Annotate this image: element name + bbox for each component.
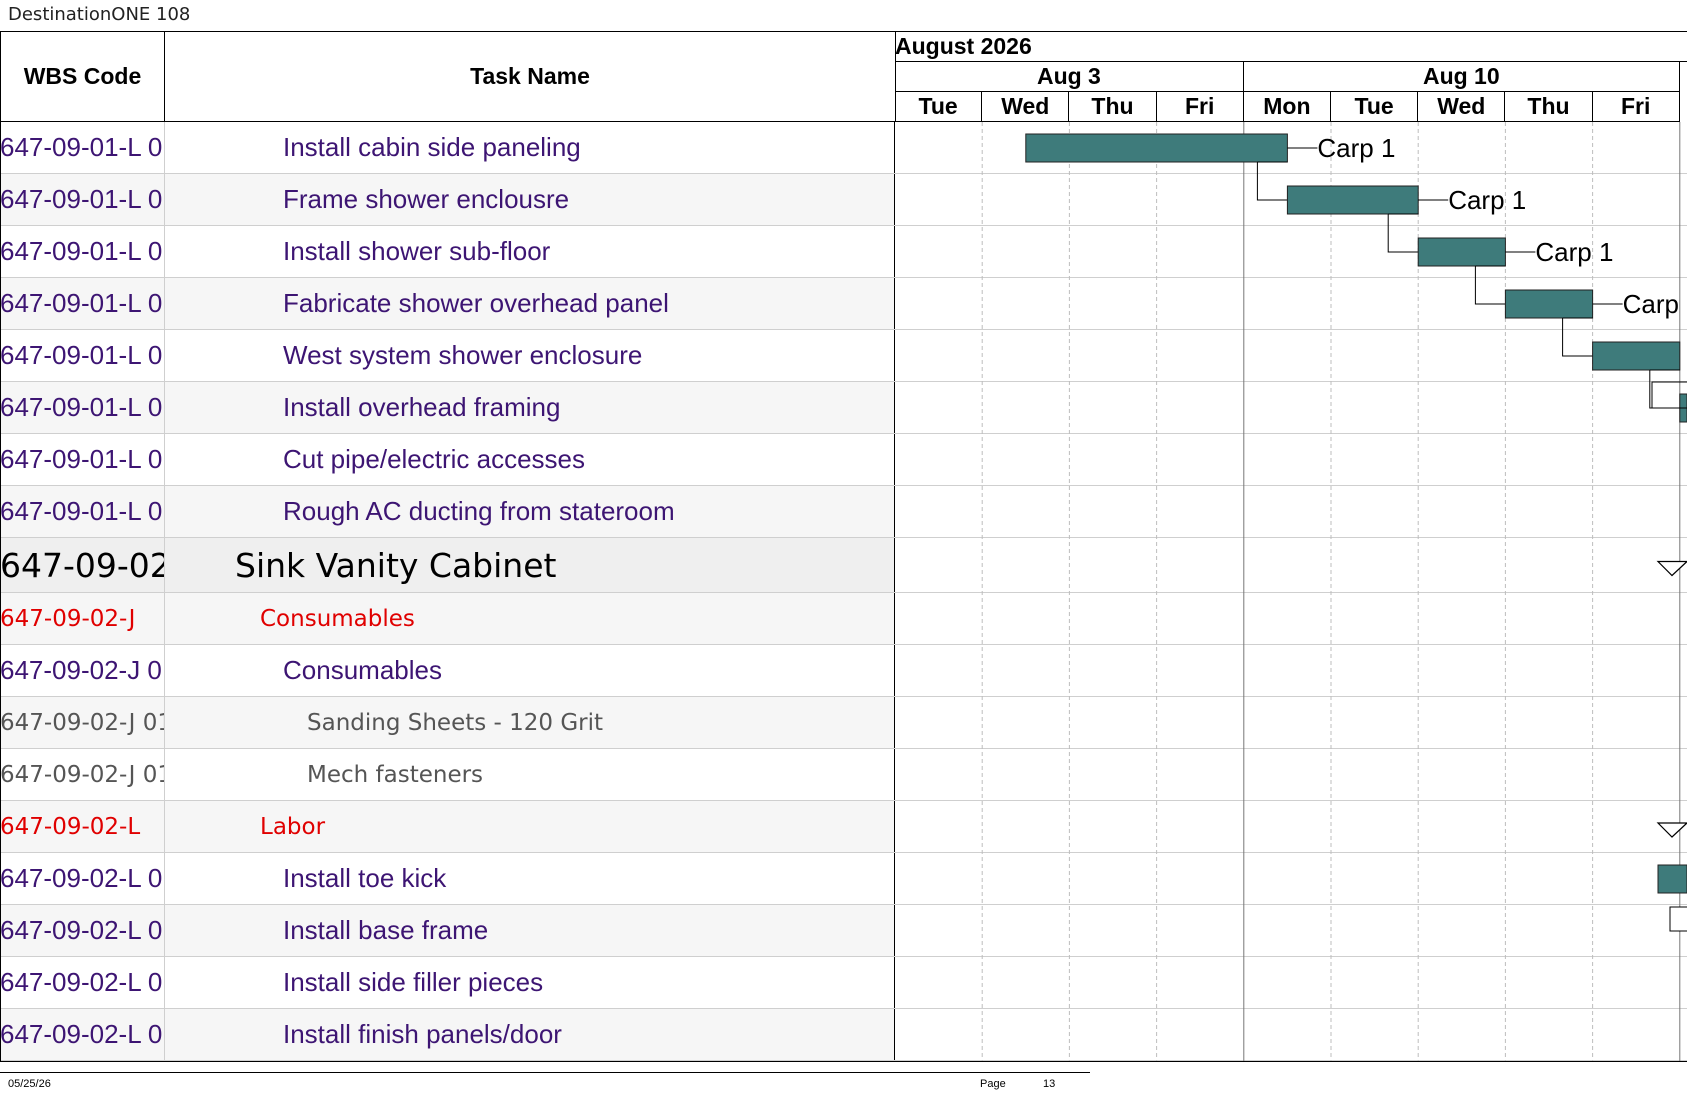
dependency-link: [1256, 161, 1288, 201]
footer-page-number: 13: [1043, 1078, 1056, 1090]
dependency-link: [1387, 213, 1419, 253]
task-bar: [1417, 237, 1506, 267]
frame-left-border: [0, 31, 1, 1062]
dependency-link: [1562, 317, 1593, 357]
link-stub: [1669, 906, 1687, 932]
resource-label: Carp 1: [1535, 237, 1613, 267]
summary-marker: [1656, 822, 1687, 838]
task-bar: [1025, 133, 1288, 163]
dependency-link: [1649, 369, 1680, 409]
resource-label: Carp 1: [1448, 185, 1526, 215]
footer-date: 05/25/26: [8, 1078, 51, 1090]
task-bar: [1657, 864, 1687, 894]
resource-label: Carp: [1623, 289, 1679, 319]
frame-bottom-border: [0, 1061, 1687, 1062]
gantt-chart: Carp 1 Carp 1 Carp 1 Carp: [981, 122, 1687, 1061]
dependency-link: [1474, 265, 1506, 305]
task-bar: [1286, 185, 1419, 215]
page-title: DestinationONE 108: [8, 4, 191, 25]
task-bar: [1592, 341, 1681, 371]
footer-divider: [0, 1072, 1090, 1073]
task-bar: [1504, 289, 1594, 319]
gantt-view: WBS Code Task Name August 2026 Aug 3 Aug …: [0, 31, 1687, 1061]
summary-marker: [1656, 560, 1687, 577]
resource-label: Carp 1: [1317, 133, 1395, 163]
footer-page-label: Page: [980, 1078, 1006, 1090]
